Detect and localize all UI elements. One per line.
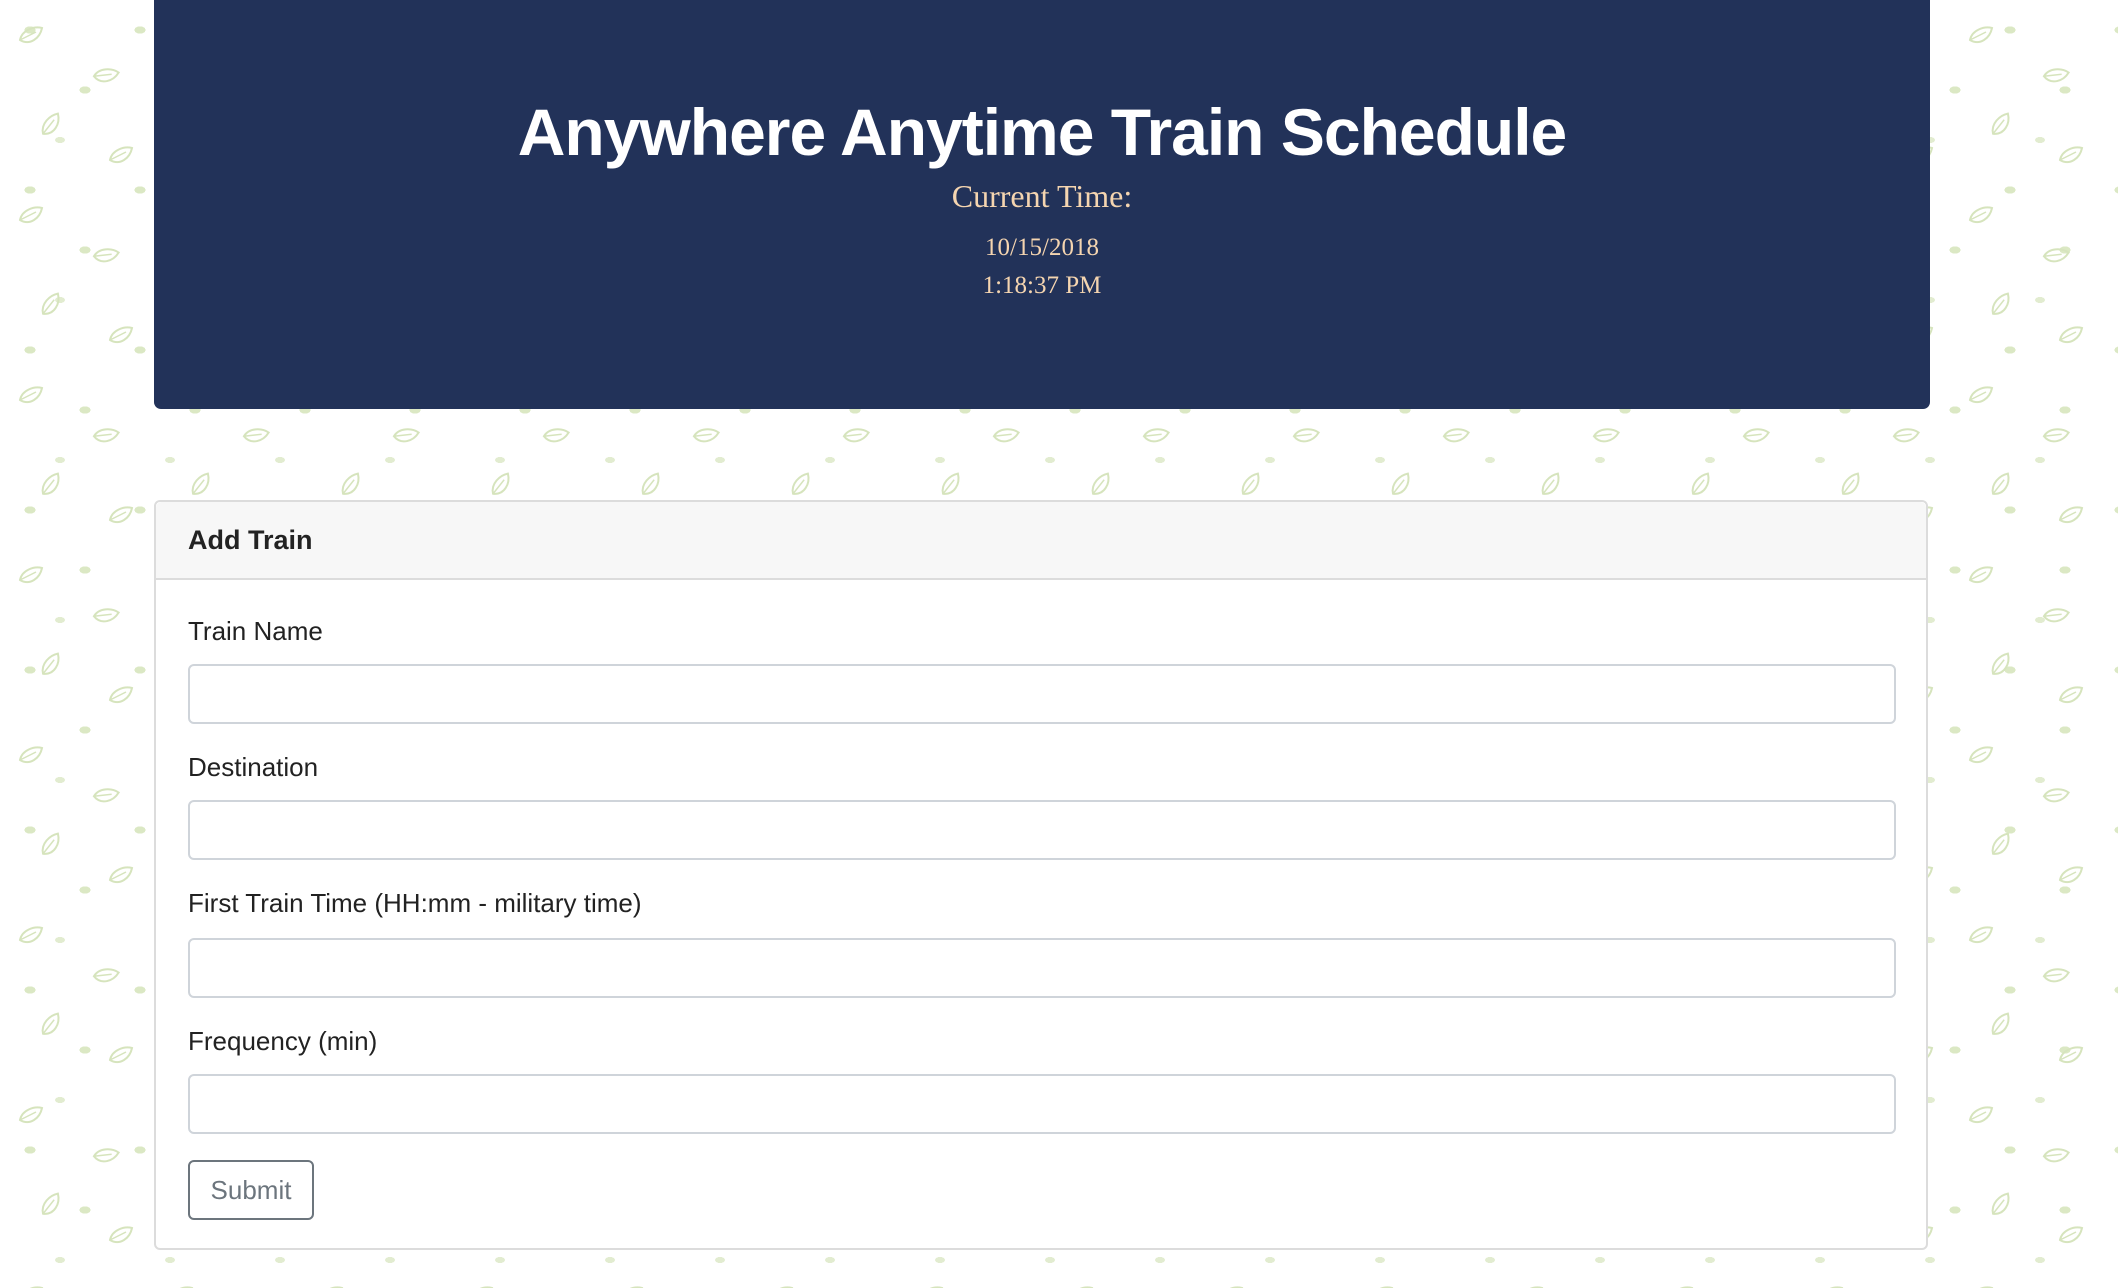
first-train-time-input[interactable] bbox=[188, 938, 1896, 998]
page-title: Anywhere Anytime Train Schedule bbox=[517, 95, 1568, 169]
header-jumbotron: Anywhere Anytime Train Schedule Current … bbox=[154, 0, 1930, 409]
frequency-label: Frequency (min) bbox=[188, 1026, 378, 1056]
add-train-header: Add Train bbox=[156, 502, 1926, 580]
submit-button[interactable]: Submit bbox=[188, 1160, 314, 1220]
frequency-input[interactable] bbox=[188, 1074, 1896, 1134]
destination-label: Destination bbox=[188, 752, 319, 782]
train-name-input[interactable] bbox=[188, 664, 1896, 724]
train-name-label: Train Name bbox=[188, 616, 323, 646]
current-time-label: Current Time: bbox=[951, 178, 1133, 214]
current-time: 1:18:37 PM bbox=[982, 272, 1102, 299]
first-train-time-label: First Train Time (HH:mm - military time) bbox=[188, 888, 642, 918]
add-train-card: Add Train Train Name Destination First T… bbox=[154, 500, 1928, 1250]
current-date: 10/15/2018 bbox=[985, 234, 1099, 261]
destination-input[interactable] bbox=[188, 800, 1896, 860]
